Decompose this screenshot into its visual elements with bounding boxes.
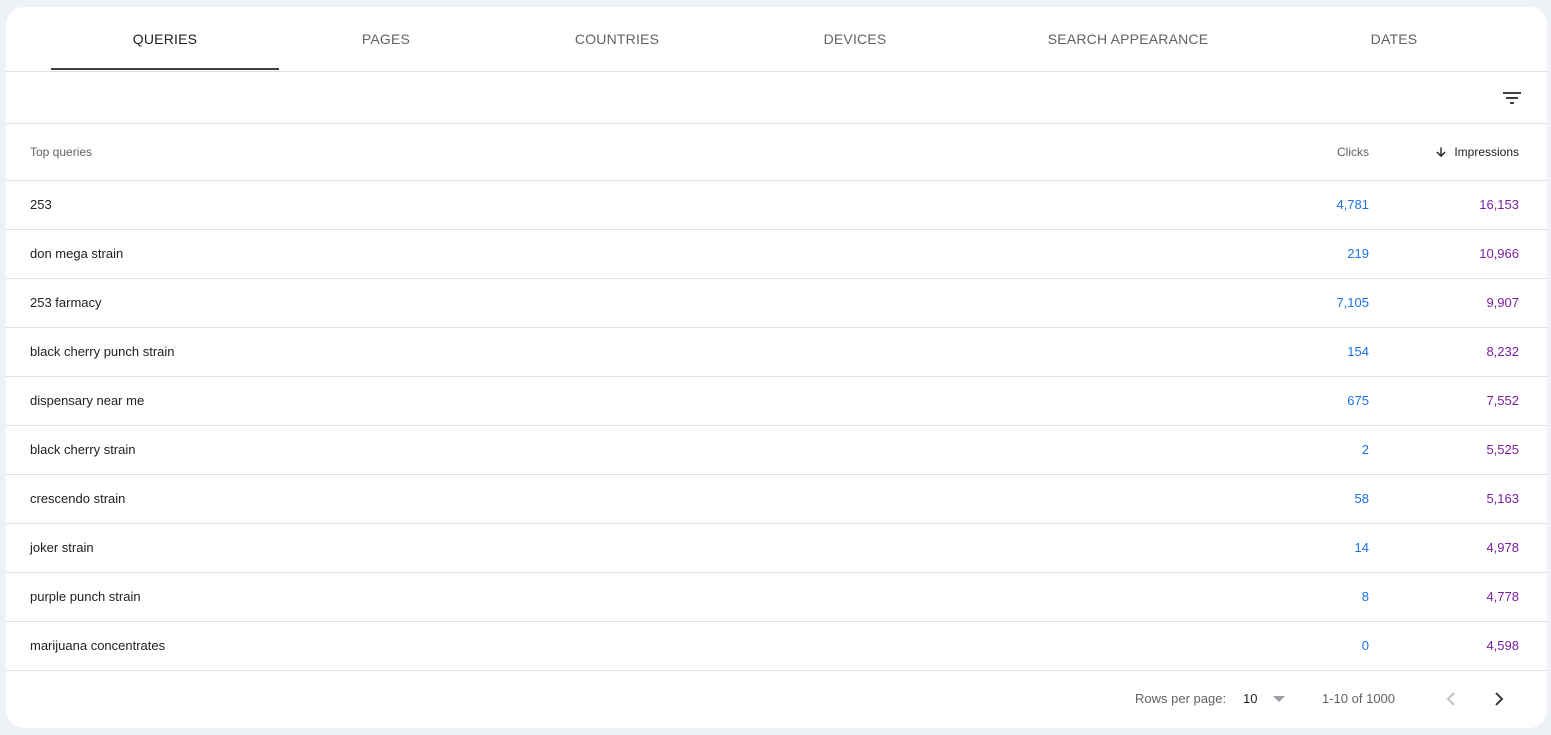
query-cell: joker strain: [30, 540, 94, 555]
query-cell: crescendo strain: [30, 491, 126, 506]
clicks-cell: 8: [1361, 589, 1369, 604]
rows-per-page-select[interactable]: 10: [1243, 672, 1291, 726]
rows-per-page-value: 10: [1243, 691, 1258, 706]
impressions-cell: 4,598: [1486, 638, 1519, 653]
table-body: 253 4,781 16,153 don mega strain 219 10,…: [6, 181, 1547, 671]
chevron-left-icon: [1446, 692, 1455, 706]
tab-search-appearance[interactable]: SEARCH APPEARANCE: [1018, 7, 1238, 71]
filter-list-icon[interactable]: [1500, 86, 1524, 110]
previous-page-button[interactable]: [1439, 687, 1463, 711]
dimension-tabs: QUERIES PAGES COUNTRIES DEVICES SEARCH A…: [6, 7, 1547, 72]
active-tab-indicator: [51, 68, 279, 70]
impressions-cell: 5,163: [1486, 491, 1519, 506]
query-cell: 253 farmacy: [30, 295, 102, 310]
column-header-clicks[interactable]: Clicks: [1337, 124, 1369, 180]
tab-devices[interactable]: DEVICES: [775, 7, 935, 71]
dropdown-caret-icon: [1273, 696, 1285, 702]
clicks-cell: 0: [1361, 638, 1369, 653]
query-cell: 253: [30, 197, 52, 212]
impressions-cell: 8,232: [1486, 344, 1519, 359]
table-row[interactable]: 253 farmacy 7,105 9,907: [6, 279, 1547, 328]
table-header: Top queries Clicks Impressions: [6, 124, 1547, 181]
tab-queries[interactable]: QUERIES: [51, 7, 279, 71]
clicks-cell: 219: [1347, 246, 1369, 261]
table-row[interactable]: black cherry punch strain 154 8,232: [6, 328, 1547, 377]
clicks-cell: 154: [1347, 344, 1369, 359]
tab-pages[interactable]: PAGES: [306, 7, 466, 71]
clicks-cell: 2: [1361, 442, 1369, 457]
next-page-button[interactable]: [1487, 687, 1511, 711]
table-row[interactable]: joker strain 14 4,978: [6, 524, 1547, 573]
impressions-cell: 4,978: [1486, 540, 1519, 555]
query-cell: black cherry strain: [30, 442, 136, 457]
column-header-top-queries: Top queries: [30, 145, 93, 159]
impressions-header-label: Impressions: [1454, 145, 1519, 159]
tab-dates[interactable]: DATES: [1314, 7, 1474, 71]
pagination-bar: Rows per page: 10 1-10 of 1000: [6, 672, 1547, 728]
clicks-cell: 675: [1347, 393, 1369, 408]
table-row[interactable]: marijuana concentrates 0 4,598: [6, 622, 1547, 671]
rows-per-page-label: Rows per page:: [1135, 691, 1227, 706]
arrow-down-icon: [1436, 147, 1446, 158]
impressions-cell: 4,778: [1486, 589, 1519, 604]
table-row[interactable]: don mega strain 219 10,966: [6, 230, 1547, 279]
table-row[interactable]: crescendo strain 58 5,163: [6, 475, 1547, 524]
table-row[interactable]: purple punch strain 8 4,778: [6, 573, 1547, 622]
impressions-cell: 5,525: [1486, 442, 1519, 457]
table-row[interactable]: black cherry strain 2 5,525: [6, 426, 1547, 475]
clicks-cell: 58: [1354, 491, 1369, 506]
impressions-cell: 16,153: [1479, 197, 1519, 212]
page-range-text: 1-10 of 1000: [1322, 691, 1396, 706]
query-cell: dispensary near me: [30, 393, 145, 408]
query-cell: purple punch strain: [30, 589, 141, 604]
table-row[interactable]: dispensary near me 675 7,552: [6, 377, 1547, 426]
table-row[interactable]: 253 4,781 16,153: [6, 181, 1547, 230]
performance-table-card: QUERIES PAGES COUNTRIES DEVICES SEARCH A…: [6, 7, 1547, 728]
tab-countries[interactable]: COUNTRIES: [537, 7, 697, 71]
column-header-impressions[interactable]: Impressions: [1434, 124, 1519, 180]
impressions-cell: 10,966: [1479, 246, 1519, 261]
impressions-cell: 9,907: [1486, 295, 1519, 310]
clicks-cell: 4,781: [1336, 197, 1369, 212]
query-cell: black cherry punch strain: [30, 344, 175, 359]
clicks-cell: 14: [1354, 540, 1369, 555]
clicks-cell: 7,105: [1336, 295, 1369, 310]
chevron-right-icon: [1495, 692, 1504, 706]
query-cell: don mega strain: [30, 246, 124, 261]
filter-bar: [6, 72, 1547, 124]
query-cell: marijuana concentrates: [30, 638, 166, 653]
impressions-cell: 7,552: [1486, 393, 1519, 408]
